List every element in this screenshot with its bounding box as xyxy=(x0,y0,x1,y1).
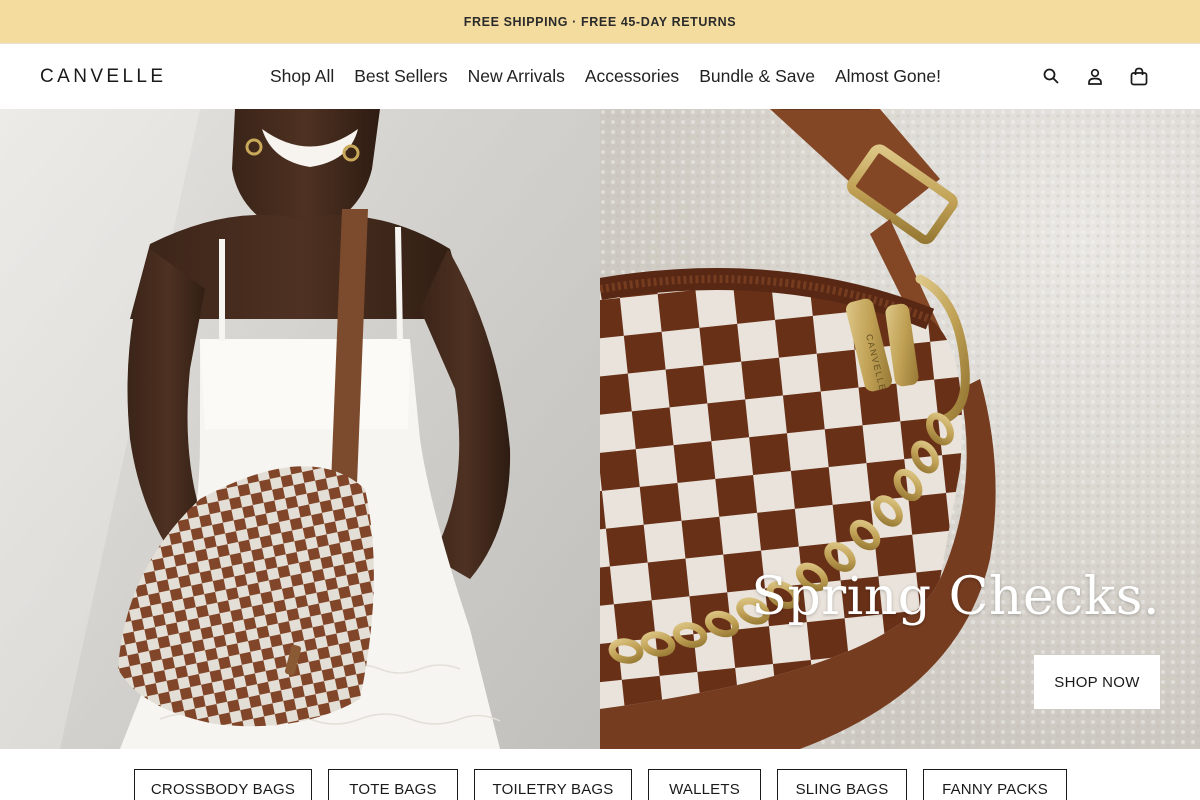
checkered-sling-bag-with-gold-chain-photo[interactable]: CANVELLE xyxy=(600,109,1200,749)
category-tote-bags[interactable]: TOTE BAGS xyxy=(328,769,458,800)
model-with-checkered-hobo-bag-photo[interactable] xyxy=(0,109,600,749)
search-icon[interactable] xyxy=(1042,66,1060,86)
nav-shop-all[interactable]: Shop All xyxy=(270,66,334,87)
header-icons xyxy=(1042,66,1148,86)
nav-accessories[interactable]: Accessories xyxy=(585,66,679,87)
brand-logo[interactable]: CANVELLE xyxy=(40,66,166,88)
nav-bundle-save[interactable]: Bundle & Save xyxy=(699,66,815,87)
site-header: CANVELLE Shop All Best Sellers New Arriv… xyxy=(0,43,1200,109)
nav-new-arrivals[interactable]: New Arrivals xyxy=(468,66,565,87)
account-icon[interactable] xyxy=(1086,66,1104,86)
category-wallets[interactable]: WALLETS xyxy=(648,769,761,800)
category-crossbody-bags[interactable]: CROSSBODY BAGS xyxy=(134,769,312,800)
announcement-text: FREE SHIPPING · FREE 45-DAY RETURNS xyxy=(463,14,737,29)
category-toiletry-bags[interactable]: TOILETRY BAGS xyxy=(474,769,632,800)
sling-bag-illustration: CANVELLE xyxy=(600,109,1200,749)
hero-title: Spring Checks. xyxy=(751,567,1160,627)
hero-banner: CANVELLE Spring Checks. SHOP NOW xyxy=(0,109,1200,749)
category-buttons: CROSSBODY BAGS TOTE BAGS TOILETRY BAGS W… xyxy=(0,749,1200,800)
category-fanny-packs[interactable]: FANNY PACKS xyxy=(923,769,1067,800)
model-illustration xyxy=(0,109,600,749)
cart-icon[interactable] xyxy=(1130,66,1148,86)
category-sling-bags[interactable]: SLING BAGS xyxy=(777,769,907,800)
main-nav: Shop All Best Sellers New Arrivals Acces… xyxy=(270,66,961,87)
nav-almost-gone[interactable]: Almost Gone! xyxy=(835,66,941,87)
shop-now-button[interactable]: SHOP NOW xyxy=(1034,655,1160,709)
nav-best-sellers[interactable]: Best Sellers xyxy=(354,66,447,87)
announcement-bar: FREE SHIPPING · FREE 45-DAY RETURNS xyxy=(0,0,1200,43)
